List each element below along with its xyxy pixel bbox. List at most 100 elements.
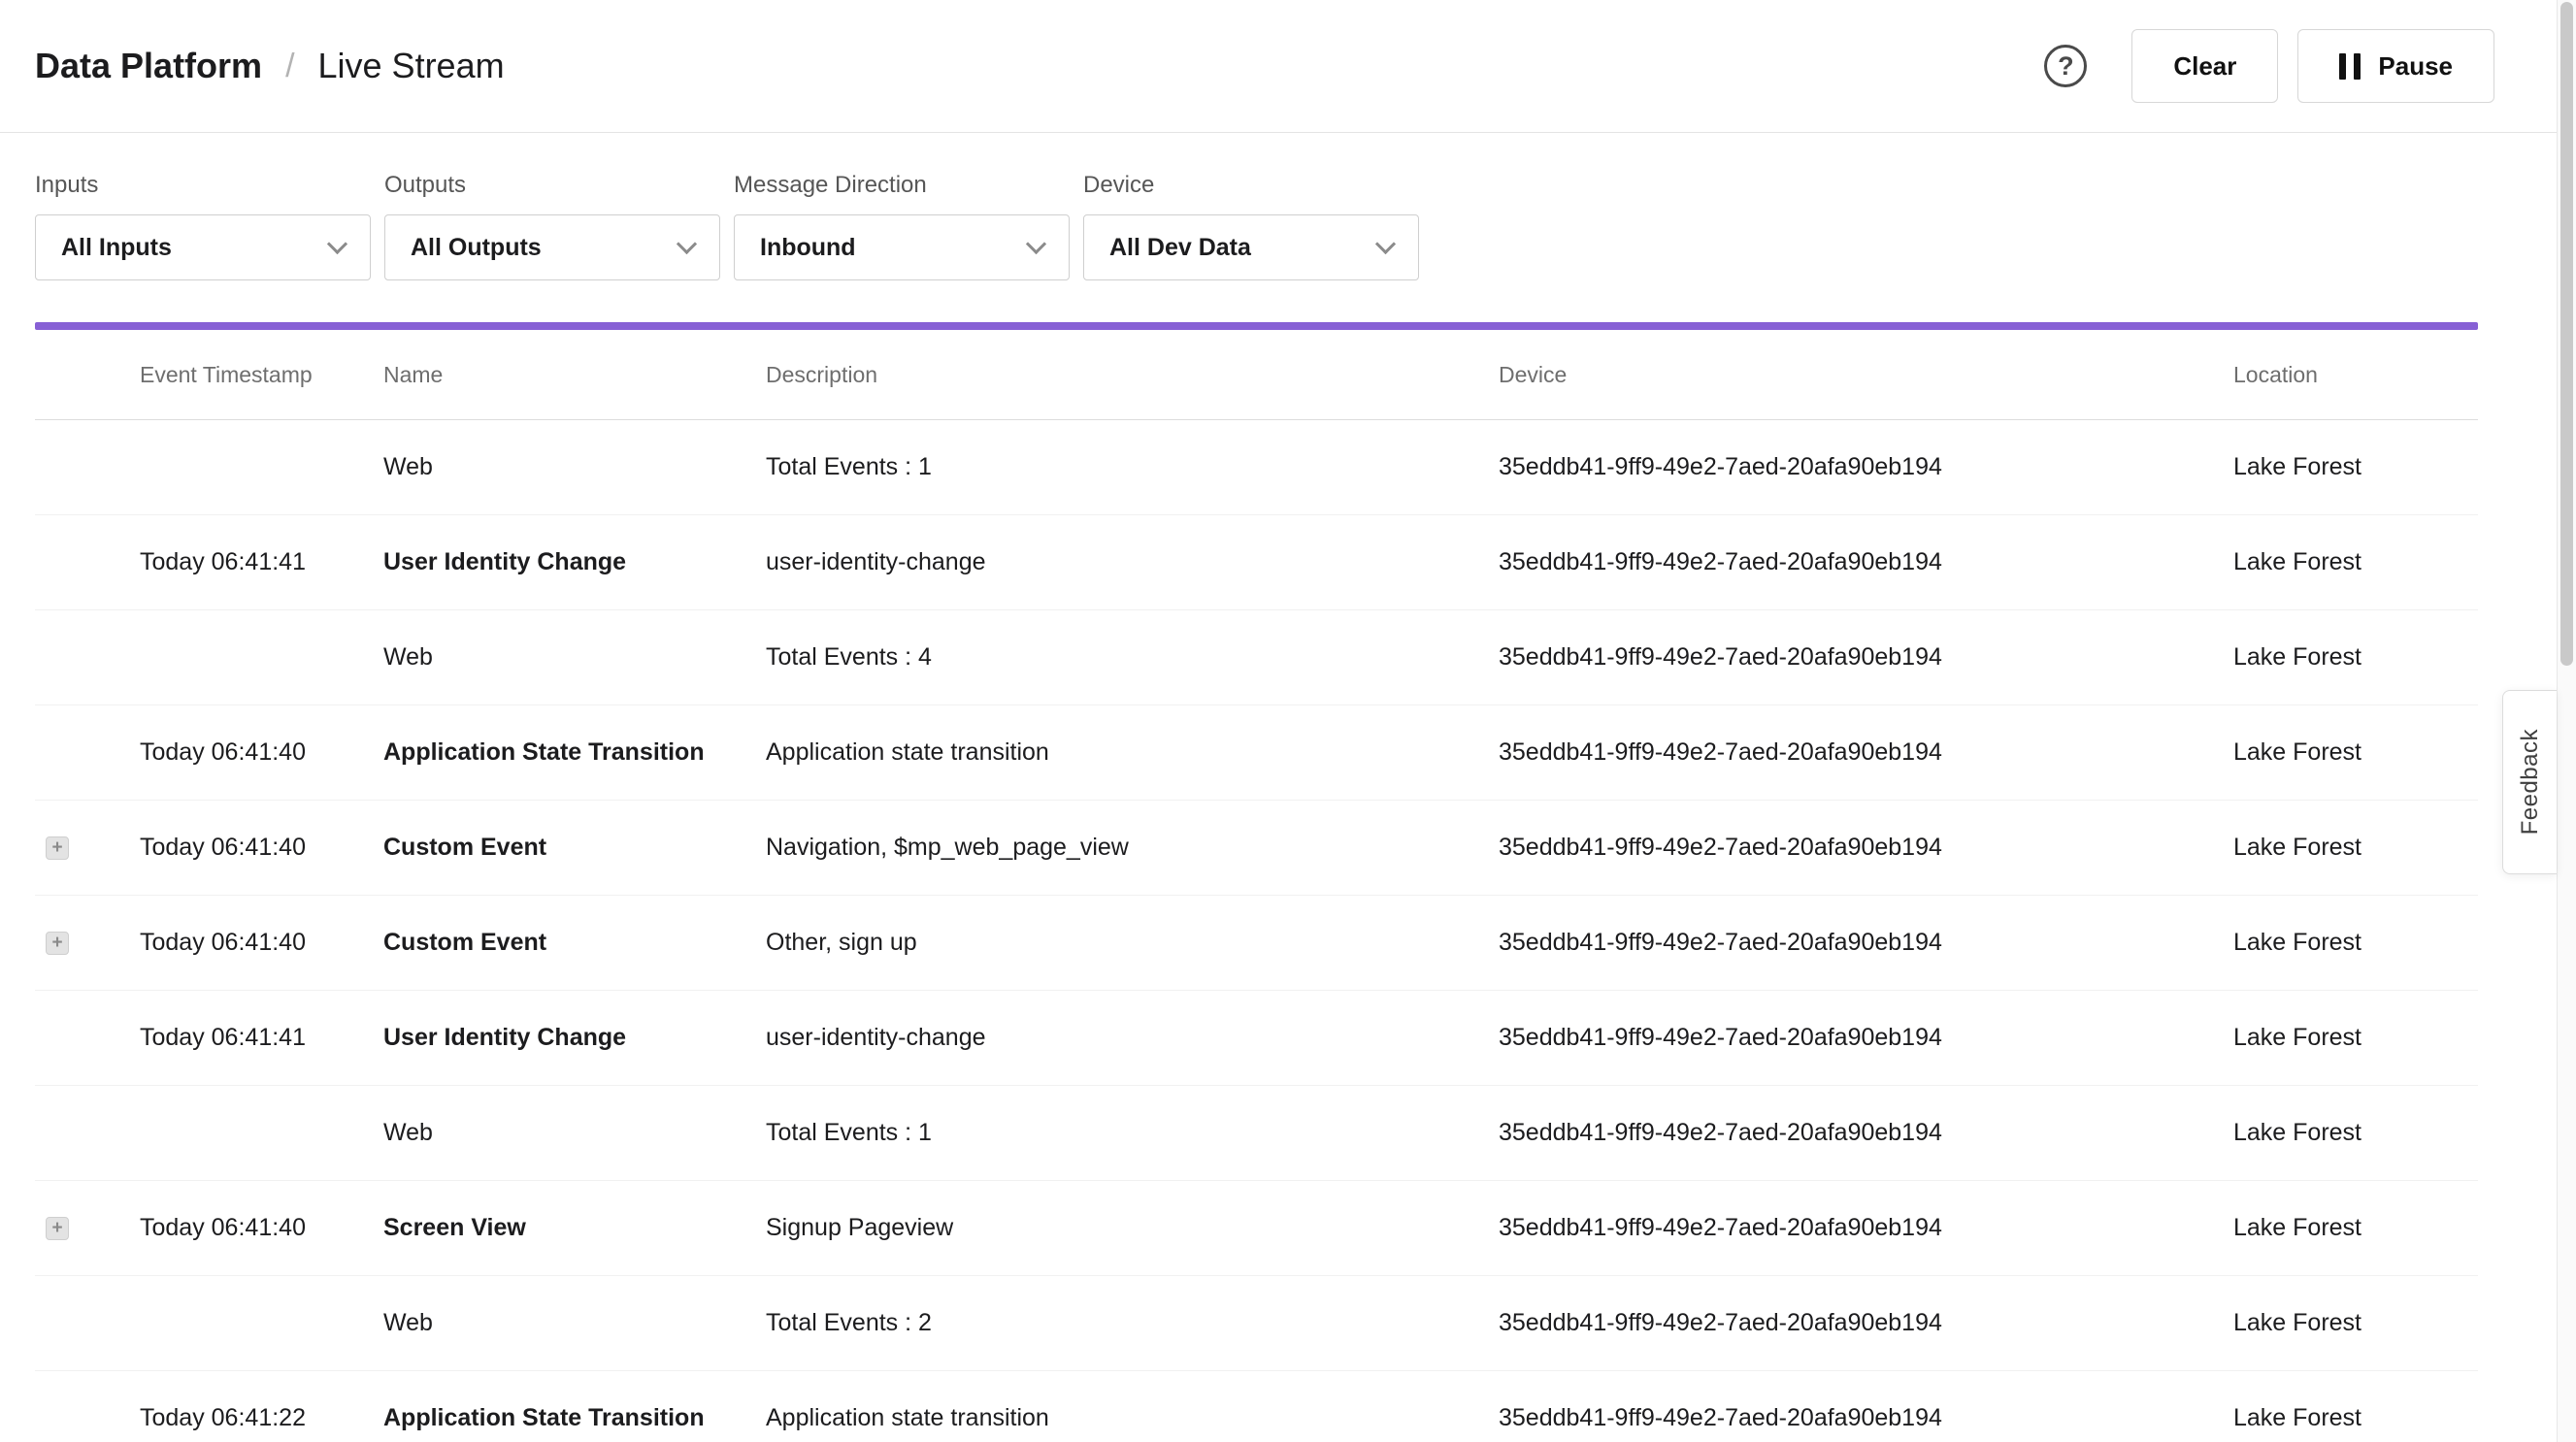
table-row[interactable]: + Today 06:41:40 Custom Event Navigation… [35, 801, 2478, 896]
expand-cell [35, 456, 140, 479]
event-device: 35eddb41-9ff9-49e2-7aed-20afa90eb194 [1499, 1309, 2233, 1337]
table-row[interactable]: Today 06:41:40 Application State Transit… [35, 705, 2478, 801]
event-location: Lake Forest [2233, 548, 2478, 576]
event-device: 35eddb41-9ff9-49e2-7aed-20afa90eb194 [1499, 453, 2233, 481]
device-dropdown[interactable]: All Dev Data [1083, 214, 1419, 280]
filter-outputs-label: Outputs [384, 172, 720, 199]
breadcrumb-separator: / [285, 48, 294, 85]
event-name: User Identity Change [383, 1024, 766, 1052]
message-direction-dropdown[interactable]: Inbound [734, 214, 1070, 280]
event-table-body: Web Total Events : 1 35eddb41-9ff9-49e2-… [35, 420, 2478, 1442]
event-name: Web [383, 643, 766, 672]
outputs-dropdown[interactable]: All Outputs [384, 214, 720, 280]
event-description: user-identity-change [766, 1024, 1499, 1052]
expand-icon[interactable]: + [46, 932, 69, 955]
event-location: Lake Forest [2233, 738, 2478, 767]
help-icon[interactable]: ? [2044, 45, 2087, 87]
event-device: 35eddb41-9ff9-49e2-7aed-20afa90eb194 [1499, 643, 2233, 672]
table-row[interactable]: Web Total Events : 1 35eddb41-9ff9-49e2-… [35, 420, 2478, 515]
chevron-down-icon [677, 233, 697, 253]
expand-cell [35, 1027, 140, 1050]
table-row[interactable]: Today 06:41:41 User Identity Change user… [35, 515, 2478, 610]
event-timestamp: Today 06:41:40 [140, 1214, 383, 1242]
event-device: 35eddb41-9ff9-49e2-7aed-20afa90eb194 [1499, 1119, 2233, 1147]
event-description: user-identity-change [766, 548, 1499, 576]
expand-cell: + [35, 1217, 140, 1240]
event-timestamp: Today 06:41:41 [140, 548, 383, 576]
expand-cell [35, 551, 140, 574]
message-direction-dropdown-value: Inbound [760, 234, 856, 262]
device-dropdown-value: All Dev Data [1109, 234, 1251, 262]
breadcrumb-data-platform[interactable]: Data Platform [35, 46, 262, 86]
event-timestamp: Today 06:41:40 [140, 738, 383, 767]
expand-cell [35, 646, 140, 670]
table-row[interactable]: Today 06:41:22 Application State Transit… [35, 1371, 2478, 1442]
event-name: Screen View [383, 1214, 766, 1242]
event-description: Other, sign up [766, 929, 1499, 957]
table-row[interactable]: Web Total Events : 2 35eddb41-9ff9-49e2-… [35, 1276, 2478, 1371]
event-description: Signup Pageview [766, 1214, 1499, 1242]
table-row[interactable]: Today 06:41:41 User Identity Change user… [35, 991, 2478, 1086]
outputs-dropdown-value: All Outputs [411, 234, 542, 262]
event-description: Total Events : 1 [766, 1119, 1499, 1147]
event-device: 35eddb41-9ff9-49e2-7aed-20afa90eb194 [1499, 929, 2233, 957]
pause-icon [2339, 53, 2361, 80]
table-row[interactable]: Web Total Events : 1 35eddb41-9ff9-49e2-… [35, 1086, 2478, 1181]
column-name: Name [383, 362, 766, 388]
event-device: 35eddb41-9ff9-49e2-7aed-20afa90eb194 [1499, 738, 2233, 767]
event-name: Application State Transition [383, 738, 766, 767]
event-name: Application State Transition [383, 1404, 766, 1432]
event-description: Total Events : 4 [766, 643, 1499, 672]
scrollbar-thumb[interactable] [2560, 2, 2573, 666]
table-row[interactable]: + Today 06:41:40 Custom Event Other, sig… [35, 896, 2478, 991]
event-location: Lake Forest [2233, 453, 2478, 481]
event-description: Application state transition [766, 738, 1499, 767]
top-bar-actions: ? Clear Pause [2044, 29, 2494, 103]
expand-cell [35, 741, 140, 765]
event-device: 35eddb41-9ff9-49e2-7aed-20afa90eb194 [1499, 1214, 2233, 1242]
event-location: Lake Forest [2233, 1404, 2478, 1432]
event-timestamp: Today 06:41:41 [140, 1024, 383, 1052]
chevron-down-icon [1026, 233, 1046, 253]
table-row[interactable]: + Today 06:41:40 Screen View Signup Page… [35, 1181, 2478, 1276]
event-location: Lake Forest [2233, 643, 2478, 672]
event-timestamp: Today 06:41:40 [140, 929, 383, 957]
filter-inputs: Inputs All Inputs [35, 172, 371, 280]
feedback-tab[interactable]: Feedback [2502, 690, 2557, 874]
expand-cell [35, 1122, 140, 1145]
table-row[interactable]: Web Total Events : 4 35eddb41-9ff9-49e2-… [35, 610, 2478, 705]
scrollbar[interactable] [2557, 0, 2576, 1442]
inputs-dropdown[interactable]: All Inputs [35, 214, 371, 280]
clear-button[interactable]: Clear [2131, 29, 2278, 103]
filter-bar: Inputs All Inputs Outputs All Outputs Me… [0, 133, 2576, 280]
inputs-dropdown-value: All Inputs [61, 234, 172, 262]
event-device: 35eddb41-9ff9-49e2-7aed-20afa90eb194 [1499, 1024, 2233, 1052]
pause-button[interactable]: Pause [2297, 29, 2494, 103]
event-description: Total Events : 2 [766, 1309, 1499, 1337]
event-name: Custom Event [383, 834, 766, 862]
expand-icon[interactable]: + [46, 836, 69, 860]
event-description: Navigation, $mp_web_page_view [766, 834, 1499, 862]
expand-cell [35, 1312, 140, 1335]
pause-button-label: Pause [2378, 51, 2453, 82]
expand-icon[interactable]: + [46, 1217, 69, 1240]
chevron-down-icon [327, 233, 347, 253]
filter-message-direction: Message Direction Inbound [734, 172, 1070, 280]
event-description: Application state transition [766, 1404, 1499, 1432]
column-description: Description [766, 362, 1499, 388]
event-table: Event Timestamp Name Description Device … [0, 330, 2576, 1442]
top-bar: Data Platform / Live Stream ? Clear Paus… [0, 0, 2576, 133]
feedback-tab-label: Feedback [2517, 729, 2544, 835]
breadcrumb: Data Platform / Live Stream [35, 46, 505, 86]
event-name: Custom Event [383, 929, 766, 957]
expand-cell [35, 1407, 140, 1430]
event-description: Total Events : 1 [766, 453, 1499, 481]
event-location: Lake Forest [2233, 1024, 2478, 1052]
expand-cell: + [35, 932, 140, 955]
column-event-timestamp: Event Timestamp [140, 362, 383, 388]
column-device: Device [1499, 362, 2233, 388]
filter-message-direction-label: Message Direction [734, 172, 1070, 199]
event-name: User Identity Change [383, 548, 766, 576]
event-timestamp: Today 06:41:22 [140, 1404, 383, 1432]
live-stream-page: Data Platform / Live Stream ? Clear Paus… [0, 0, 2576, 1442]
